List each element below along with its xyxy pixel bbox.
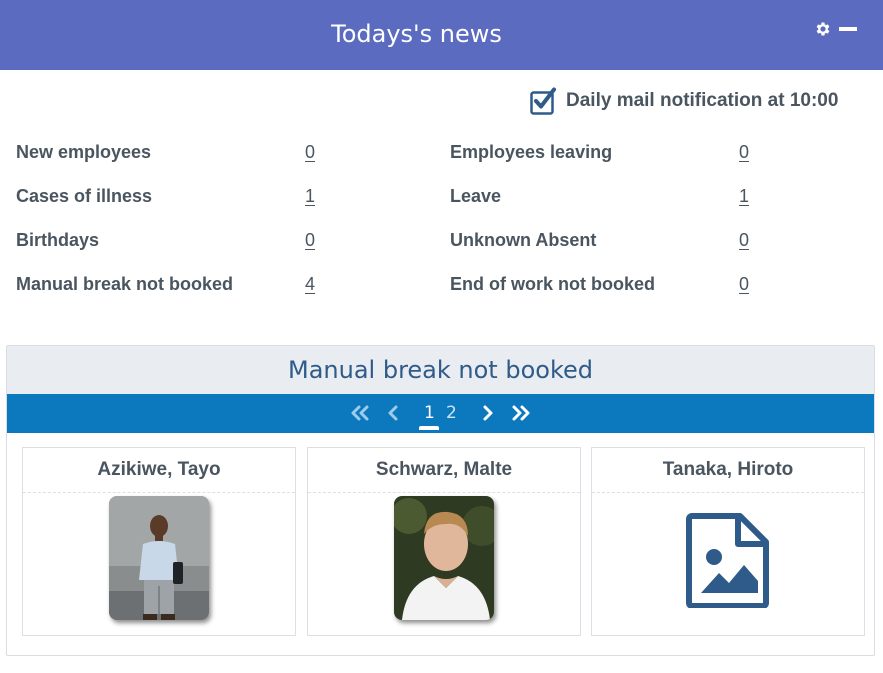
pagination-bar: 1 2 <box>7 394 874 433</box>
stat-value-end-of-work[interactable]: 0 <box>739 274 749 295</box>
stat-label-new-employees: New employees <box>16 142 152 162</box>
image-file-icon <box>686 513 769 608</box>
stat-label-end-of-work: End of work not booked <box>450 274 655 294</box>
notification-checkbox[interactable] <box>530 87 556 115</box>
stat-value-new-employees[interactable]: 0 <box>305 142 315 163</box>
employee-photo <box>109 496 209 620</box>
stat-value-unknown-absent[interactable]: 0 <box>739 230 749 251</box>
panel-title: Manual break not booked <box>288 356 593 384</box>
panel-title-bar: Manual break not booked <box>7 346 874 394</box>
stat-value-cases-of-illness[interactable]: 1 <box>305 186 315 207</box>
stat-value-manual-break[interactable]: 4 <box>305 274 315 295</box>
widget-header: Todays's news <box>0 0 883 70</box>
gear-icon[interactable] <box>814 20 832 38</box>
daily-mail-notification: Daily mail notification at 10:00 <box>530 86 838 116</box>
double-chevron-left-icon[interactable] <box>350 404 370 422</box>
stat-label-leave: Leave <box>450 186 502 206</box>
employee-card[interactable]: Schwarz, Malte <box>307 447 581 636</box>
page-2-button[interactable]: 2 <box>446 403 457 423</box>
widget-title: Todays's news <box>331 20 502 48</box>
stat-label-employees-leaving: Employees leaving <box>450 142 613 162</box>
card-divider <box>308 492 580 493</box>
employee-name: Schwarz, Malte <box>375 459 513 480</box>
stat-value-leave[interactable]: 1 <box>739 186 749 207</box>
stat-label-cases-of-illness: Cases of illness <box>16 186 153 206</box>
stat-label-manual-break: Manual break not booked <box>16 274 234 294</box>
notification-label: Daily mail notification at 10:00 <box>566 90 839 111</box>
employee-card[interactable]: Tanaka, Hiroto <box>591 447 865 636</box>
employee-name: Azikiwe, Tayo <box>97 459 221 480</box>
employee-card[interactable]: Azikiwe, Tayo <box>22 447 296 636</box>
chevron-right-icon[interactable] <box>481 404 495 422</box>
stat-value-birthdays[interactable]: 0 <box>305 230 315 251</box>
chevron-left-icon[interactable] <box>386 404 400 422</box>
card-divider <box>23 492 295 493</box>
page-1-button[interactable]: 1 <box>424 403 435 423</box>
employee-photo <box>394 496 494 620</box>
manual-break-panel: Manual break not booked 1 2 Azikiwe, Tay… <box>6 345 875 656</box>
minus-icon[interactable] <box>838 20 858 40</box>
employee-name: Tanaka, Hiroto <box>662 459 794 480</box>
card-divider <box>592 492 864 493</box>
stat-label-unknown-absent: Unknown Absent <box>450 230 597 250</box>
stat-value-employees-leaving[interactable]: 0 <box>739 142 749 163</box>
stat-label-birthdays: Birthdays <box>16 230 100 250</box>
current-page-indicator <box>419 426 439 430</box>
double-chevron-right-icon[interactable] <box>511 404 531 422</box>
